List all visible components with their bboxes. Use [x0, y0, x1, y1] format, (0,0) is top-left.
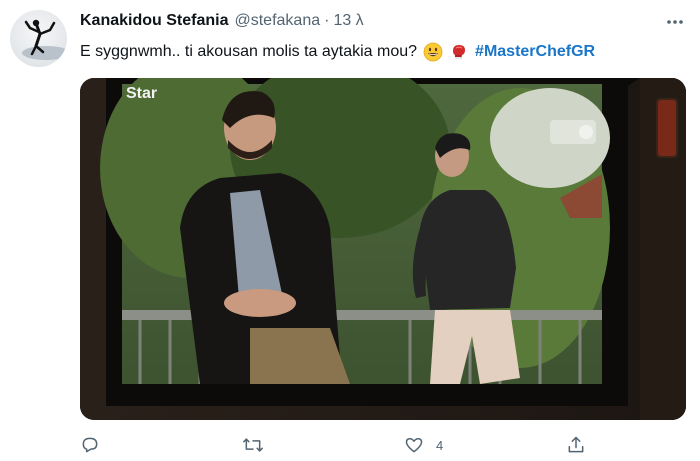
- tv-screen-photo: Star: [80, 78, 686, 420]
- tweet-timestamp[interactable]: 13 λ: [333, 12, 363, 30]
- like-count: 4: [436, 437, 444, 453]
- heart-icon: [405, 438, 423, 453]
- reply-button[interactable]: [80, 432, 112, 458]
- separator-dot: ·: [324, 12, 330, 29]
- like-button[interactable]: 4: [404, 432, 443, 458]
- reply-icon: [82, 437, 98, 453]
- more-options-button[interactable]: [664, 12, 686, 32]
- avatar[interactable]: [10, 10, 67, 67]
- boxing-glove-emoji: [453, 45, 466, 60]
- share-icon: [568, 436, 584, 453]
- tweet-body: E syggnwmh.. ti akousan molis ta aytakia…: [80, 43, 418, 60]
- retweet-icon: [243, 438, 263, 452]
- retweet-button[interactable]: [242, 432, 276, 458]
- grinning-face-emoji: [423, 42, 443, 62]
- tweet-media-photo[interactable]: Star: [80, 78, 686, 420]
- hashtag-link[interactable]: #MasterChefGR: [475, 43, 595, 61]
- avatar-image: [22, 19, 67, 60]
- tweet-header: Kanakidou Stefania @stefakana · 13 λ: [80, 12, 364, 34]
- channel-logo: Star: [126, 85, 157, 102]
- share-button[interactable]: [566, 432, 598, 458]
- tweet-text: E syggnwmh.. ti akousan molis ta aytakia…: [80, 40, 595, 64]
- tweet-actions: 4: [80, 432, 600, 458]
- more-options-icon: [667, 20, 683, 24]
- author-name[interactable]: Kanakidou Stefania: [80, 12, 228, 30]
- author-handle[interactable]: @stefakana: [234, 12, 320, 30]
- tweet-card[interactable]: Kanakidou Stefania @stefakana · 13 λ E s…: [0, 0, 700, 461]
